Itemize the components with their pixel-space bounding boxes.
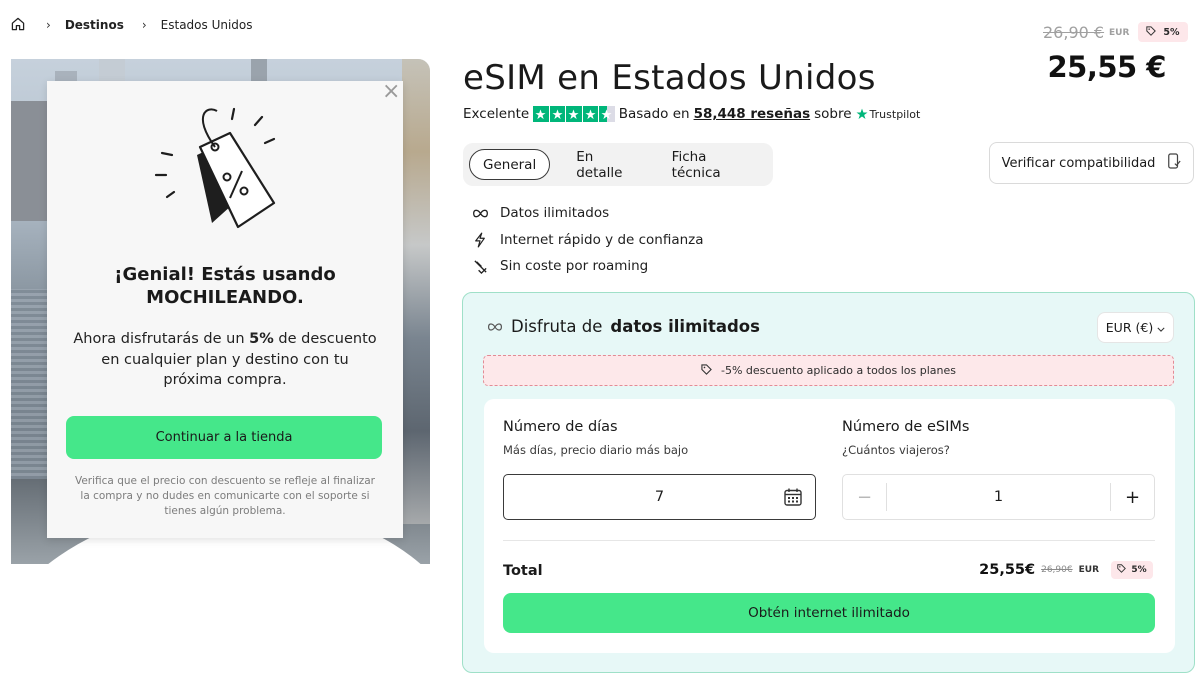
discount-banner: -5% descuento aplicado a todos los plane…	[483, 355, 1174, 386]
plan-heading: Disfruta de datos ilimitados	[487, 317, 760, 336]
buy-button[interactable]: Obtén internet ilimitado	[503, 593, 1155, 633]
plan-panel: Disfruta de datos ilimitados EUR (€) -5%…	[462, 292, 1195, 673]
verify-compatibility-button[interactable]: Verificar compatibilidad	[989, 142, 1194, 184]
esims-count[interactable]: 1	[886, 483, 1111, 511]
feature-list: Datos ilimitados Internet rápido y de co…	[471, 200, 704, 280]
increment-button[interactable]: +	[1111, 475, 1154, 519]
star-icon	[549, 106, 566, 122]
total-old-price: 26,90€	[1041, 565, 1073, 575]
close-icon[interactable]: ×	[382, 81, 400, 103]
home-icon[interactable]	[10, 16, 28, 34]
esims-group: Número de eSIMs ¿Cuántos viajeros?	[842, 419, 970, 457]
discount-tag-icon	[152, 105, 282, 235]
current-price: 25,55 €	[1047, 50, 1166, 84]
breadcrumb-current: Estados Unidos	[160, 18, 253, 32]
continue-to-store-button[interactable]: Continuar a la tienda	[66, 416, 382, 459]
tab-en-detalle[interactable]: En detalle	[563, 149, 651, 181]
chevron-right-icon: ›	[46, 18, 51, 32]
product-tabs: General En detalle Ficha técnica	[463, 143, 773, 186]
feature-item: Internet rápido y de confianza	[471, 227, 704, 254]
rating-row: Excelente Basado en 58,448 reseñas sobre…	[463, 104, 920, 124]
star-icon	[582, 106, 599, 122]
page-title: eSIM en Estados Unidos	[463, 58, 876, 98]
tag-icon	[1117, 564, 1127, 576]
bolt-icon	[471, 231, 489, 249]
total-discount-badge: 5%	[1111, 561, 1153, 579]
reviews-link[interactable]: 58,448 reseñas	[694, 106, 811, 122]
phone-check-icon	[1167, 153, 1182, 173]
star-icon	[533, 106, 549, 122]
chevron-down-icon	[1157, 320, 1165, 335]
tab-ficha-tecnica[interactable]: Ficha técnica	[659, 149, 766, 181]
trustpilot-star-icon	[856, 108, 868, 120]
esims-stepper: − 1 +	[842, 474, 1155, 520]
total-label: Total	[503, 563, 543, 579]
infinity-icon	[471, 204, 489, 222]
on-text: sobre	[814, 106, 852, 122]
feature-item: Datos ilimitados	[471, 200, 704, 227]
calendar-icon[interactable]	[783, 487, 803, 507]
divider	[503, 540, 1155, 541]
star-icon	[566, 106, 582, 122]
decrement-button[interactable]: −	[843, 475, 886, 519]
chevron-right-icon: ›	[141, 18, 147, 32]
tab-general[interactable]: General	[469, 149, 551, 180]
popup-title: ¡Genial! Estás usando MOCHILEANDO.	[114, 264, 336, 308]
tag-icon	[1146, 25, 1157, 39]
total-price-group: 25,55€ 26,90€ EUR 5%	[979, 561, 1153, 579]
popup-note: Verifica que el precio con descuento se …	[74, 475, 375, 517]
based-on-text: Basado en	[618, 106, 690, 122]
popup-body: Ahora disfrutarás de un 5% de descuento …	[73, 331, 377, 388]
half-star-icon	[599, 106, 615, 122]
old-price: 26,90 €	[1043, 23, 1105, 42]
discount-badge: 5%	[1138, 22, 1188, 42]
promo-popup: × ¡Genial! Estás usando MOCHILEANDO. Aho…	[47, 81, 403, 538]
total-price: 25,55€	[979, 562, 1036, 578]
trustpilot-logo: Trustpilot	[856, 108, 920, 121]
currency-select[interactable]: EUR (€)	[1097, 312, 1174, 343]
days-input[interactable]: 7	[503, 474, 816, 520]
tag-icon	[701, 363, 712, 378]
no-roaming-icon	[471, 257, 489, 275]
plan-config: Número de días Más días, precio diario m…	[484, 399, 1175, 653]
feature-item: Sin coste por roaming	[471, 253, 704, 280]
infinity-icon	[487, 317, 503, 336]
breadcrumb-destinos[interactable]: Destinos	[65, 18, 124, 32]
days-group: Número de días Más días, precio diario m…	[503, 419, 689, 457]
rating-label: Excelente	[463, 106, 530, 122]
old-price-currency: EUR	[1109, 28, 1130, 38]
rating-stars	[533, 106, 615, 122]
total-currency: EUR	[1078, 565, 1099, 575]
breadcrumb: › Destinos › Estados Unidos	[10, 14, 253, 36]
